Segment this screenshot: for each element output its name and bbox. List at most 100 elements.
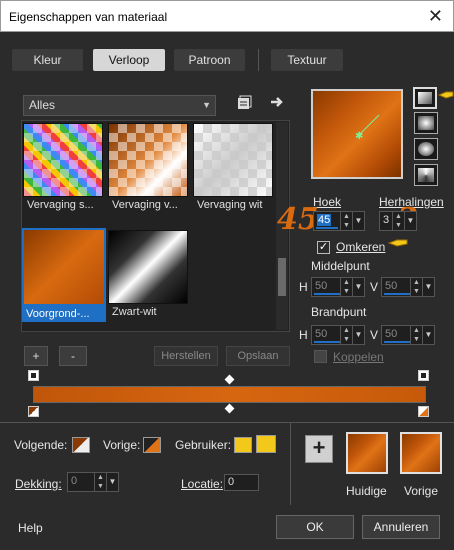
scrollbar-thumb[interactable]: [278, 258, 286, 296]
gallery-item[interactable]: Vervaging wit: [193, 123, 277, 213]
pointer-hand-icon: [437, 87, 454, 101]
opacity-input[interactable]: 0 ▲ ▼ ▼: [67, 472, 119, 492]
gallery-item-label: Vervaging s...: [27, 199, 94, 211]
gallery-thumbnail: [108, 123, 188, 197]
tab-patroon[interactable]: Patroon: [174, 49, 245, 71]
invert-label: Omkeren: [336, 240, 386, 254]
invert-checkbox[interactable]: ✓: [317, 241, 330, 254]
library-icon[interactable]: [236, 95, 252, 111]
gallery-item-selected[interactable]: Voorgrond-...: [22, 228, 106, 322]
location-value: 0: [228, 476, 235, 488]
focal-v-value: 50: [385, 328, 398, 340]
center-h-input[interactable]: 50 ▲ ▼ ▼: [311, 277, 365, 297]
current-swatch[interactable]: [346, 432, 388, 474]
gallery-filter-value: Alles: [29, 98, 56, 112]
gallery-item-label: Voorgrond-...: [22, 306, 106, 322]
focal-h-slider-bar: [314, 341, 340, 343]
ok-button[interactable]: OK: [276, 515, 354, 539]
spin-updown-icon[interactable]: ▲ ▼: [410, 278, 422, 296]
prev-color-swatch[interactable]: [143, 437, 161, 453]
user-label: Gebruiker:: [175, 438, 232, 452]
gallery-thumbnail: [22, 228, 106, 306]
angle-slider-bar: [316, 227, 338, 229]
center-h-label: H: [299, 280, 308, 294]
sunburst-style-button[interactable]: [414, 164, 438, 186]
spin-updown-icon[interactable]: ▲ ▼: [340, 326, 352, 344]
chevron-down-icon[interactable]: ▼: [106, 473, 118, 491]
center-label: Middelpunt: [311, 259, 370, 273]
spin-updown-icon[interactable]: ▲ ▼: [340, 212, 352, 230]
tab-separator: [258, 49, 259, 71]
gallery-thumbnail: [23, 123, 103, 197]
help-link[interactable]: Help: [18, 521, 43, 535]
gradient-gallery: Vervaging s... Vervaging v... Vervaging …: [21, 120, 290, 332]
focal-h-value: 50: [315, 328, 328, 340]
center-v-slider-bar: [384, 293, 410, 295]
center-h-value: 50: [315, 280, 328, 292]
spin-updown-icon[interactable]: ▲ ▼: [410, 326, 422, 344]
tab-textuur[interactable]: Textuur: [271, 49, 343, 71]
save-button[interactable]: Opslaan: [226, 346, 290, 366]
repeats-input[interactable]: 3 ▲ ▼ ▼: [379, 211, 417, 231]
chevron-down-icon[interactable]: ▼: [352, 326, 364, 344]
spin-updown-icon[interactable]: ▲ ▼: [340, 278, 352, 296]
gallery-item[interactable]: Vervaging v...: [108, 123, 192, 213]
top-stop-marker-right[interactable]: [418, 370, 429, 381]
focal-label: Brandpunt: [311, 305, 367, 319]
chevron-down-icon[interactable]: ▼: [422, 326, 434, 344]
angle-value: 45: [317, 214, 332, 226]
location-input[interactable]: 0: [224, 474, 259, 491]
focal-h-input[interactable]: 50 ▲ ▼ ▼: [311, 325, 365, 345]
gallery-item-label: Zwart-wit: [112, 306, 157, 318]
pointer-hand-icon: [387, 236, 408, 247]
svg-text:✱: ✱: [355, 131, 363, 142]
next-color-swatch[interactable]: [72, 437, 90, 453]
gradient-preview[interactable]: ✱: [311, 89, 403, 179]
previous-swatch[interactable]: [400, 432, 442, 474]
gallery-filter-select[interactable]: Alles ▼: [23, 95, 216, 116]
tab-verloop[interactable]: Verloop: [93, 49, 165, 71]
cancel-button[interactable]: Annuleren: [362, 515, 440, 539]
chevron-down-icon[interactable]: ▼: [352, 212, 364, 230]
color-stop-marker-left[interactable]: [28, 406, 39, 417]
add-gradient-button[interactable]: +: [24, 346, 48, 366]
spin-updown-icon[interactable]: ▲ ▼: [94, 473, 106, 491]
radial-style-button[interactable]: [414, 138, 438, 160]
rectangular-style-button[interactable]: [414, 112, 438, 134]
gallery-thumbnail: [193, 123, 273, 197]
chevron-down-icon[interactable]: ▼: [404, 212, 416, 230]
user-color-swatch[interactable]: [234, 437, 252, 453]
focal-v-input[interactable]: 50 ▲ ▼ ▼: [381, 325, 435, 345]
gallery-item-label: Vervaging wit: [197, 199, 263, 211]
add-swatch-button[interactable]: +: [305, 435, 333, 463]
arrow-right-icon[interactable]: [269, 94, 285, 110]
angle-input[interactable]: 45 ▲ ▼ ▼: [313, 211, 365, 231]
focal-v-slider-bar: [384, 341, 410, 343]
current-label: Huidige: [346, 484, 387, 498]
focal-v-label: V: [370, 328, 379, 342]
spin-updown-icon[interactable]: ▲ ▼: [392, 212, 404, 230]
link-checkbox[interactable]: [314, 350, 327, 363]
focal-h-label: H: [299, 328, 308, 342]
title-bar: Eigenschappen van materiaal ✕: [0, 0, 454, 32]
close-icon[interactable]: ✕: [428, 6, 443, 27]
chevron-down-icon[interactable]: ▼: [352, 278, 364, 296]
gallery-item[interactable]: Zwart-wit: [108, 230, 192, 320]
opacity-midpoint-marker[interactable]: [224, 374, 235, 385]
top-stop-marker-left[interactable]: [28, 370, 39, 381]
reset-button[interactable]: Herstellen: [154, 346, 218, 366]
gallery-item-label: Vervaging v...: [112, 199, 178, 211]
remove-gradient-button[interactable]: -: [59, 346, 87, 366]
gradient-bar[interactable]: [33, 386, 426, 403]
chevron-down-icon[interactable]: ▼: [422, 278, 434, 296]
previous-label: Vorige: [404, 484, 439, 498]
user-color-large-swatch[interactable]: [256, 435, 276, 453]
tab-kleur[interactable]: Kleur: [12, 49, 83, 71]
footer: Help OK Annuleren: [0, 506, 454, 550]
color-stop-marker-right[interactable]: [418, 406, 429, 417]
link-label: Koppelen: [333, 350, 384, 364]
gallery-item[interactable]: Vervaging s...: [23, 123, 107, 213]
color-midpoint-marker[interactable]: [224, 403, 235, 414]
linear-style-button[interactable]: [413, 87, 437, 109]
center-v-input[interactable]: 50 ▲ ▼ ▼: [381, 277, 435, 297]
